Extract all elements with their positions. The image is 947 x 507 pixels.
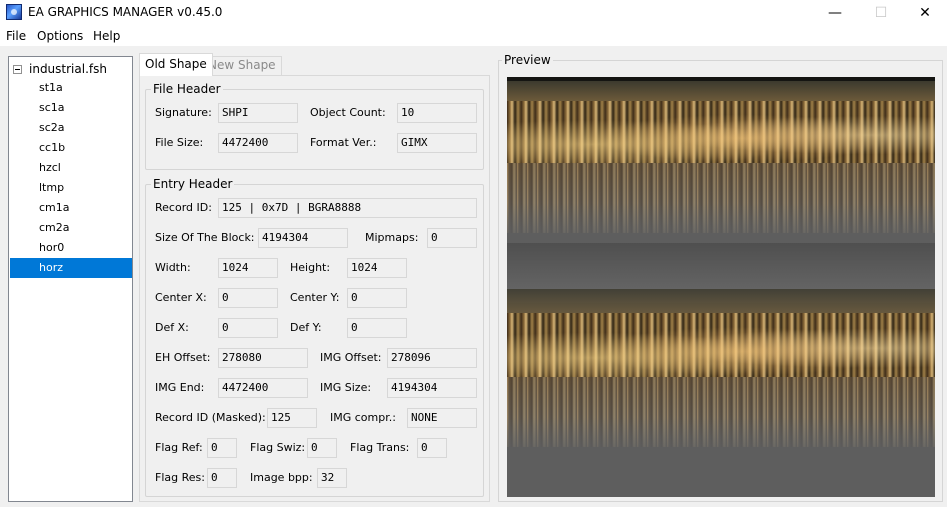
record-id-label: Record ID: bbox=[155, 201, 212, 214]
image-bpp-field: 32 bbox=[317, 468, 347, 488]
center-y-label: Center Y: bbox=[290, 291, 340, 304]
tree-item-hzcl[interactable]: hzcl bbox=[10, 158, 132, 178]
menu-bar: File Options Help bbox=[0, 26, 947, 46]
mipmaps-field: 0 bbox=[427, 228, 477, 248]
collapse-icon[interactable] bbox=[13, 64, 22, 74]
title-bar: EA GRAPHICS MANAGER v0.45.0 — ☐ ✕ bbox=[0, 0, 947, 26]
tree-item-horz[interactable]: horz bbox=[10, 258, 132, 278]
flag-ref-label: Flag Ref: bbox=[155, 441, 203, 454]
menu-help[interactable]: Help bbox=[93, 29, 120, 43]
tree-item-cm1a[interactable]: cm1a bbox=[10, 198, 132, 218]
img-end-label: IMG End: bbox=[155, 381, 205, 394]
img-offset-label: IMG Offset: bbox=[320, 351, 382, 364]
flag-swiz-label: Flag Swiz: bbox=[250, 441, 306, 454]
file-tree[interactable]: industrial.fsh st1a sc1a sc2a cc1b hzcl … bbox=[8, 56, 133, 502]
width-label: Width: bbox=[155, 261, 191, 274]
file-header-group: File Header Signature: SHPI Object Count… bbox=[145, 82, 484, 170]
tab-old-shape[interactable]: Old Shape bbox=[139, 53, 213, 76]
tree-root-node[interactable]: industrial.fsh bbox=[13, 61, 107, 77]
preview-image bbox=[507, 77, 935, 497]
def-y-label: Def Y: bbox=[290, 321, 322, 334]
entry-header-title: Entry Header bbox=[151, 177, 235, 191]
center-y-field: 0 bbox=[347, 288, 407, 308]
file-header-title: File Header bbox=[151, 82, 223, 96]
def-y-field: 0 bbox=[347, 318, 407, 338]
flag-trans-label: Flag Trans: bbox=[350, 441, 410, 454]
img-compr-field: NONE bbox=[407, 408, 477, 428]
center-x-label: Center X: bbox=[155, 291, 207, 304]
record-id-masked-field: 125 bbox=[267, 408, 317, 428]
flag-swiz-field: 0 bbox=[307, 438, 337, 458]
flag-trans-field: 0 bbox=[417, 438, 447, 458]
object-count-label: Object Count: bbox=[310, 106, 386, 119]
flag-ref-field: 0 bbox=[207, 438, 237, 458]
menu-file[interactable]: File bbox=[6, 29, 26, 43]
signature-label: Signature: bbox=[155, 106, 212, 119]
tree-item-cm2a[interactable]: cm2a bbox=[10, 218, 132, 238]
tree-root-label: industrial.fsh bbox=[29, 62, 107, 76]
old-shape-panel: File Header Signature: SHPI Object Count… bbox=[139, 75, 490, 502]
height-label: Height: bbox=[290, 261, 331, 274]
entry-header-group: Entry Header Record ID: 125 | 0x7D | BGR… bbox=[145, 177, 484, 497]
tree-item-st1a[interactable]: st1a bbox=[10, 78, 132, 98]
file-size-field: 4472400 bbox=[218, 133, 298, 153]
mipmaps-label: Mipmaps: bbox=[365, 231, 419, 244]
eh-offset-label: EH Offset: bbox=[155, 351, 211, 364]
format-ver-label: Format Ver.: bbox=[310, 136, 377, 149]
tree-item-sc2a[interactable]: sc2a bbox=[10, 118, 132, 138]
image-bpp-label: Image bpp: bbox=[250, 471, 313, 484]
def-x-field: 0 bbox=[218, 318, 278, 338]
block-size-field: 4194304 bbox=[258, 228, 348, 248]
window-title: EA GRAPHICS MANAGER v0.45.0 bbox=[28, 5, 223, 19]
minimize-button[interactable]: — bbox=[812, 0, 858, 26]
tree-item-cc1b[interactable]: cc1b bbox=[10, 138, 132, 158]
close-button[interactable]: ✕ bbox=[902, 0, 947, 26]
object-count-field: 10 bbox=[397, 103, 477, 123]
img-size-label: IMG Size: bbox=[320, 381, 372, 394]
eh-offset-field: 278080 bbox=[218, 348, 308, 368]
preview-group: Preview bbox=[498, 53, 943, 502]
img-size-field: 4194304 bbox=[387, 378, 477, 398]
width-field: 1024 bbox=[218, 258, 278, 278]
img-compr-label: IMG compr.: bbox=[330, 411, 396, 424]
img-end-field: 4472400 bbox=[218, 378, 308, 398]
img-offset-field: 278096 bbox=[387, 348, 477, 368]
center-x-field: 0 bbox=[218, 288, 278, 308]
tree-item-sc1a[interactable]: sc1a bbox=[10, 98, 132, 118]
signature-field: SHPI bbox=[218, 103, 298, 123]
menu-options[interactable]: Options bbox=[37, 29, 83, 43]
format-ver-field: GIMX bbox=[397, 133, 477, 153]
record-id-field: 125 | 0x7D | BGRA8888 bbox=[218, 198, 477, 218]
flag-res-field: 0 bbox=[207, 468, 237, 488]
block-size-label: Size Of The Block: bbox=[155, 231, 255, 244]
record-id-masked-label: Record ID (Masked): bbox=[155, 411, 266, 424]
file-size-label: File Size: bbox=[155, 136, 204, 149]
height-field: 1024 bbox=[347, 258, 407, 278]
tree-item-ltmp[interactable]: ltmp bbox=[10, 178, 132, 198]
def-x-label: Def X: bbox=[155, 321, 189, 334]
flag-res-label: Flag Res: bbox=[155, 471, 205, 484]
app-icon bbox=[6, 4, 22, 20]
tree-item-hor0[interactable]: hor0 bbox=[10, 238, 132, 258]
preview-title: Preview bbox=[502, 53, 553, 67]
maximize-button[interactable]: ☐ bbox=[858, 0, 904, 26]
tab-new-shape[interactable]: New Shape bbox=[202, 56, 282, 75]
